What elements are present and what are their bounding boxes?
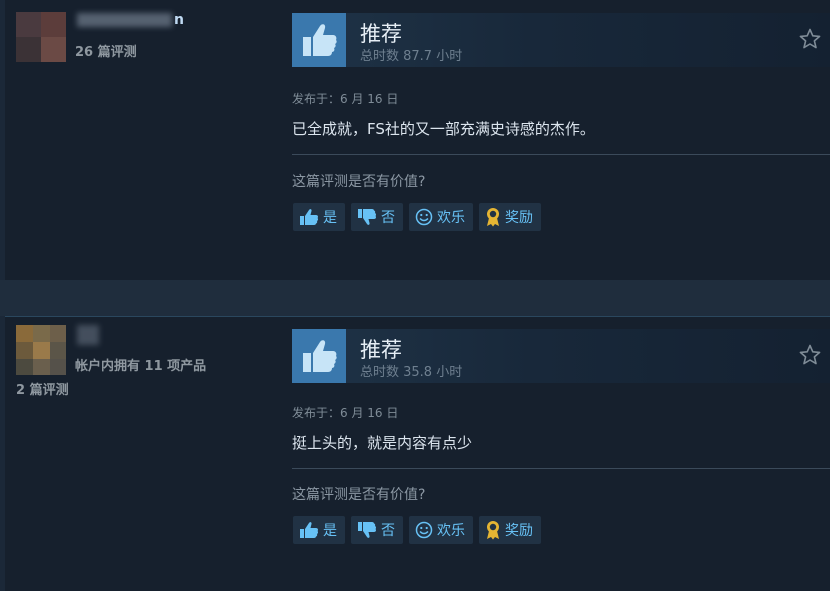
username-blurred	[77, 13, 172, 27]
vote-title: 推荐	[360, 22, 402, 46]
award-button[interactable]: 奖励	[479, 516, 541, 544]
smiley-icon	[415, 521, 433, 539]
award-label: 奖励	[505, 523, 533, 539]
vote-no-label: 否	[381, 523, 395, 539]
award-ribbon-icon	[487, 521, 499, 540]
posted-date: 发布于：6 月 16 日	[292, 406, 399, 420]
vote-no-label: 否	[381, 210, 395, 226]
avatar[interactable]	[16, 325, 66, 375]
divider	[292, 154, 830, 155]
posted-date: 发布于：6 月 16 日	[292, 92, 399, 106]
vote-no-button[interactable]: 否	[351, 516, 403, 544]
username[interactable]	[77, 325, 101, 345]
review-separator	[0, 280, 830, 316]
rating-buttons: 是 否 欢乐 奖励	[293, 203, 541, 231]
rating-buttons: 是 否 欢乐 奖励	[293, 516, 541, 544]
avatar[interactable]	[16, 12, 66, 62]
review-content: 挺上头的，就是内容有点少	[292, 434, 473, 452]
vote-header[interactable]: 推荐 总时数 87.7 小时	[292, 13, 830, 67]
playtime-hours: 总时数 87.7 小时	[360, 49, 463, 64]
smiley-icon	[415, 208, 433, 226]
playtime-hours: 总时数 35.8 小时	[360, 365, 463, 380]
products-owned[interactable]: 帐户内拥有 11 项产品	[75, 355, 206, 374]
award-label: 奖励	[505, 210, 533, 226]
vote-yes-button[interactable]: 是	[293, 516, 345, 544]
username-suffix: n	[174, 12, 184, 28]
vote-title: 推荐	[360, 338, 402, 362]
vote-yes-button[interactable]: 是	[293, 203, 345, 231]
thumbs-down-icon	[358, 209, 377, 225]
thumbs-up-icon	[292, 329, 346, 383]
username[interactable]: n	[77, 12, 184, 28]
award-button[interactable]: 奖励	[479, 203, 541, 231]
thumbs-up-icon	[300, 209, 319, 225]
review-count[interactable]: 26 篇评测	[75, 41, 137, 60]
star-icon[interactable]	[798, 343, 822, 367]
vote-funny-button[interactable]: 欢乐	[409, 516, 473, 544]
vote-funny-button[interactable]: 欢乐	[409, 203, 473, 231]
vote-header[interactable]: 推荐 总时数 35.8 小时	[292, 329, 830, 383]
vote-funny-label: 欢乐	[437, 210, 465, 226]
helpful-prompt: 这篇评测是否有价值?	[292, 174, 426, 190]
vote-yes-label: 是	[323, 210, 337, 226]
review-content: 已全成就，FS社的又一部充满史诗感的杰作。	[292, 120, 595, 138]
thumbs-up-icon	[292, 13, 346, 67]
vote-funny-label: 欢乐	[437, 523, 465, 539]
review-count[interactable]: 2 篇评测	[16, 379, 69, 398]
divider	[292, 468, 830, 469]
star-icon[interactable]	[798, 27, 822, 51]
award-ribbon-icon	[487, 208, 499, 227]
review-card: 帐户内拥有 11 项产品 2 篇评测 推荐 总时数 35.8 小时 发布于：6 …	[5, 316, 830, 591]
review-card: n 26 篇评测 推荐 总时数 87.7 小时 发布于：6 月 16 日 已全成…	[5, 0, 830, 280]
vote-yes-label: 是	[323, 523, 337, 539]
username-blurred	[77, 325, 99, 345]
helpful-prompt: 这篇评测是否有价值?	[292, 487, 426, 503]
thumbs-up-icon	[300, 522, 319, 538]
vote-no-button[interactable]: 否	[351, 203, 403, 231]
thumbs-down-icon	[358, 522, 377, 538]
